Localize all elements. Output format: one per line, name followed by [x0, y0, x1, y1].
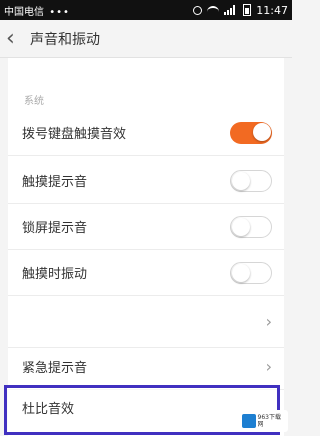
emergency-tone-row[interactable]: 紧急提示音 ›: [8, 344, 284, 390]
disabled-setting-row: ›: [8, 296, 284, 348]
touch-sound-row[interactable]: 触摸提示音: [8, 158, 284, 204]
settings-list: 系统 拨号键盘触摸音效 触摸提示音 锁屏提示音 触摸时振动 › 紧急提示音 ›: [8, 58, 284, 436]
setting-label: 锁屏提示音: [22, 221, 88, 236]
toggle-knob: [232, 171, 250, 190]
setting-label: 拨号键盘触摸音效: [22, 127, 127, 142]
dial-pad-touch-sound-row[interactable]: 拨号键盘触摸音效: [8, 110, 284, 156]
watermark-logo: 963下载网: [240, 410, 288, 432]
back-arrow-icon[interactable]: ‹: [6, 27, 24, 50]
app-bar: ‹ 声音和振动: [0, 20, 292, 58]
status-icons: 11:47: [193, 4, 288, 17]
carrier-name: 中国电信: [4, 6, 44, 18]
setting-label: 紧急提示音: [22, 361, 88, 376]
signal-icon: [224, 5, 238, 15]
toggle-knob: [232, 217, 250, 236]
notification-dots: •••: [49, 6, 70, 18]
chevron-right-icon: ›: [265, 357, 272, 376]
vibrate-on-touch-toggle[interactable]: [230, 261, 272, 284]
toggle-knob: [253, 122, 271, 141]
wifi-icon: [207, 5, 220, 15]
setting-label: 杜比音效: [22, 402, 75, 417]
carrier-label: 中国电信 •••: [4, 3, 193, 18]
status-bar: 中国电信 ••• 11:47: [0, 0, 292, 20]
touch-sound-toggle[interactable]: [230, 169, 272, 192]
site-logo-icon: [242, 414, 256, 428]
chevron-right-icon: ›: [265, 312, 272, 331]
page-title: 声音和振动: [30, 31, 100, 48]
dial-pad-touch-sound-toggle[interactable]: [230, 121, 272, 144]
setting-label: 触摸提示音: [22, 175, 88, 190]
battery-icon: [243, 4, 252, 16]
section-header: 系统: [24, 96, 44, 107]
setting-label: 触摸时振动: [22, 267, 88, 282]
toggle-knob: [232, 263, 250, 282]
dolby-audio-row[interactable]: 杜比音效: [4, 385, 280, 435]
alarm-icon: [193, 5, 203, 15]
screen-lock-sound-row[interactable]: 锁屏提示音: [8, 204, 284, 250]
vibrate-on-touch-row[interactable]: 触摸时振动: [8, 250, 284, 296]
clock: 11:47: [256, 3, 288, 17]
screen-lock-sound-toggle[interactable]: [230, 215, 272, 238]
watermark-text: 963下载网: [257, 414, 281, 428]
